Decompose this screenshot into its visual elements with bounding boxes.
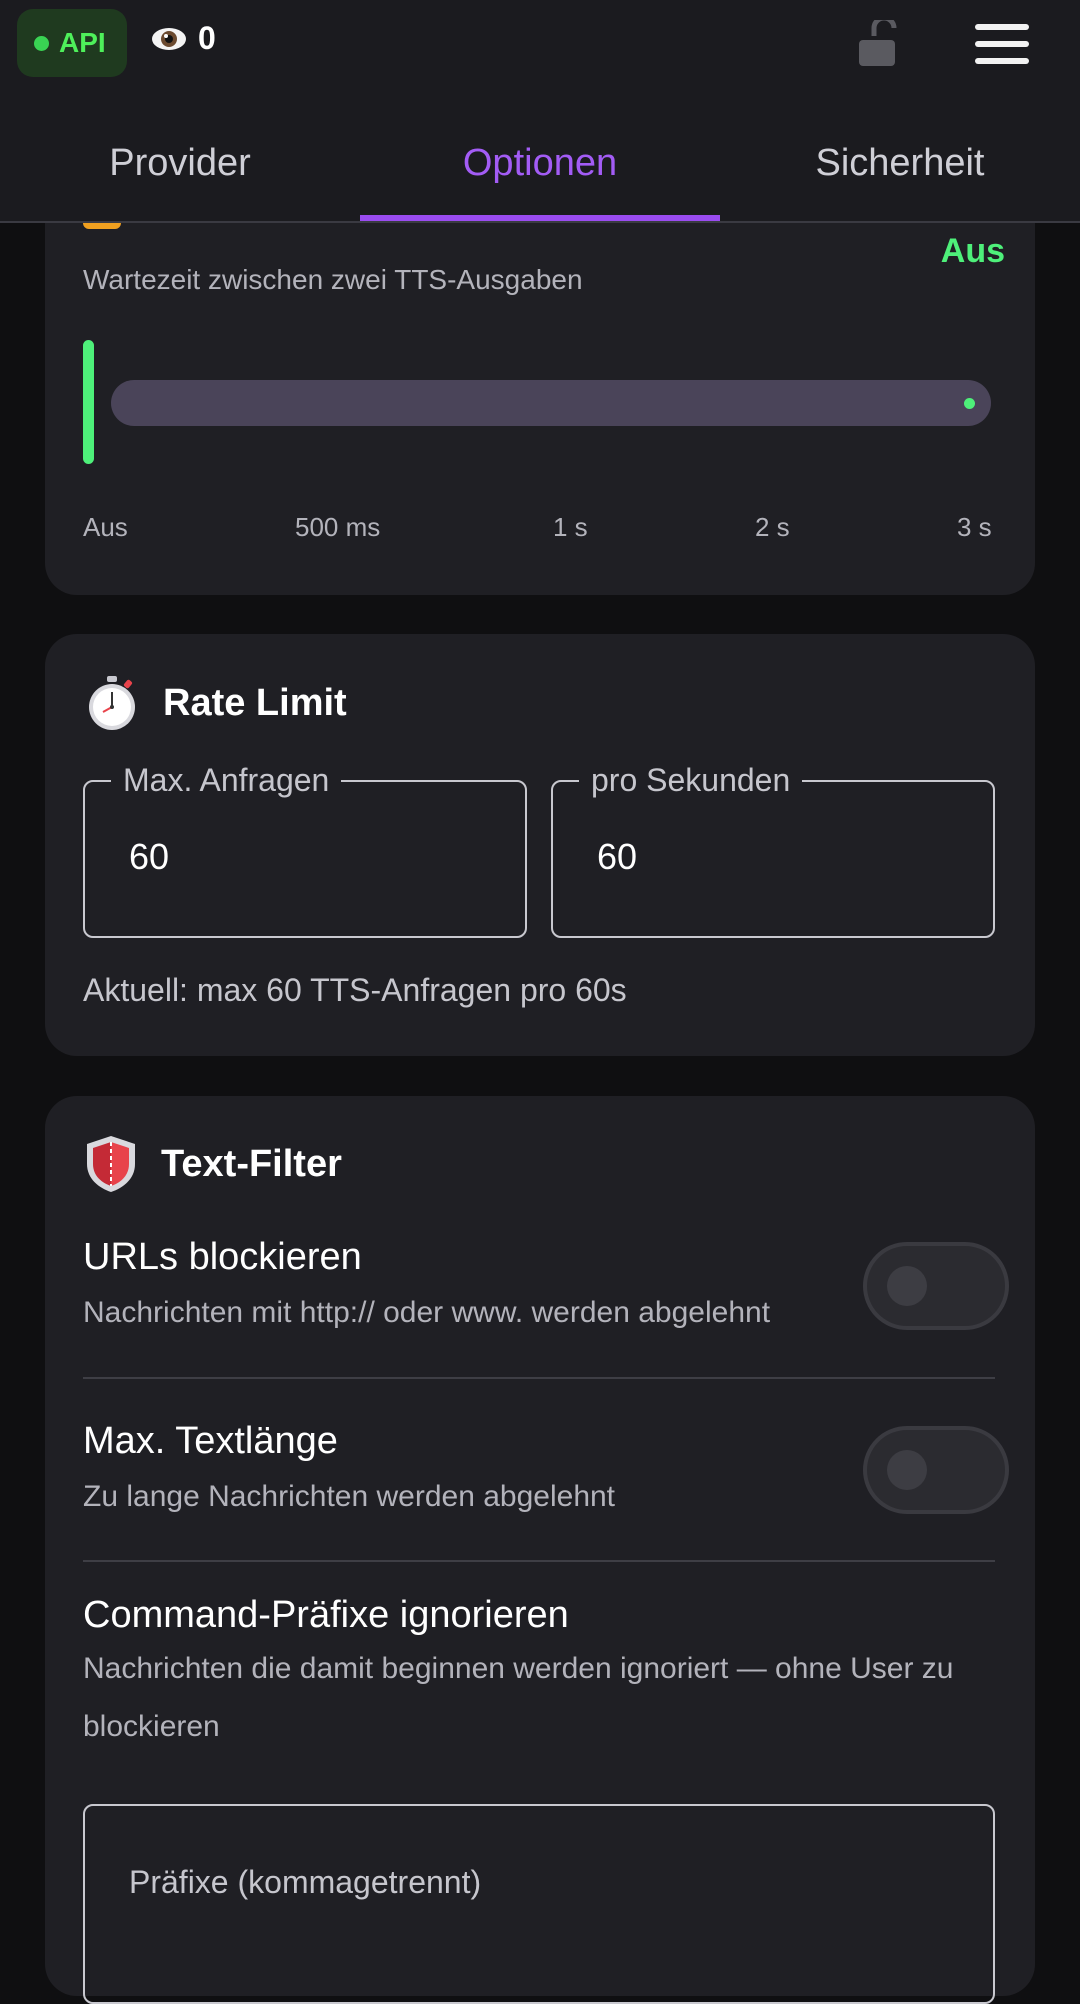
- max-length-toggle[interactable]: [863, 1426, 1009, 1514]
- slider-tick-labels: Aus 500 ms 1 s 2 s 3 s: [83, 512, 998, 552]
- unlocked-lock-icon[interactable]: [856, 20, 900, 68]
- slider-track[interactable]: [111, 380, 991, 426]
- rate-limit-current: Aktuell: max 60 TTS-Anfragen pro 60s: [83, 972, 627, 1008]
- api-status-badge[interactable]: API: [17, 9, 127, 77]
- slider-thumb[interactable]: [83, 340, 94, 464]
- max-length-desc: Zu lange Nachrichten werden abgelehnt: [83, 1480, 616, 1513]
- max-requests-field[interactable]: Max. Anfragen 60: [83, 762, 527, 938]
- prefix-input[interactable]: Präfixe (kommagetrennt): [83, 1804, 995, 2004]
- shield-icon: [87, 1136, 135, 1192]
- hamburger-menu-icon[interactable]: [975, 24, 1029, 64]
- tick-label: 3 s: [957, 512, 992, 542]
- divider: [83, 1560, 995, 1562]
- per-seconds-label: pro Sekunden: [579, 762, 803, 799]
- prefix-desc-line1: Nachrichten die damit beginnen werden ig…: [83, 1652, 954, 1685]
- pause-status: Aus: [940, 232, 1005, 270]
- tab-provider[interactable]: Provider: [0, 100, 360, 222]
- stopwatch-icon: [89, 676, 135, 730]
- per-seconds-value[interactable]: 60: [597, 836, 637, 878]
- tab-sicherheit[interactable]: Sicherheit: [720, 100, 1080, 222]
- tick-label: Aus: [83, 512, 128, 542]
- tab-divider: [0, 221, 1080, 223]
- rate-limit-title: Rate Limit: [163, 681, 347, 724]
- toggle-knob: [887, 1266, 927, 1306]
- prefix-label: Command-Präfixe ignorieren: [83, 1594, 569, 1636]
- rate-limit-card: Rate Limit Max. Anfragen 60 pro Sekunden…: [45, 634, 1035, 1056]
- toggle-knob: [887, 1450, 927, 1490]
- urls-block-desc: Nachrichten mit http:// oder www. werden…: [83, 1296, 771, 1329]
- pause-card: Pause zwischen Nachrichten Aus Wartezeit…: [45, 170, 1035, 595]
- slider-end-dot: [964, 398, 975, 409]
- rate-limit-header: Rate Limit: [83, 674, 347, 732]
- pause-slider[interactable]: [83, 340, 1003, 470]
- urls-block-label: URLs blockieren: [83, 1236, 362, 1278]
- green-dot-icon: [34, 35, 49, 51]
- prefix-placeholder: Präfixe (kommagetrennt): [129, 1864, 482, 1900]
- top-bar: API 0 Provider Optionen Sicherheit: [0, 0, 1080, 222]
- text-filter-card: Text-Filter URLs blockieren Nachrichten …: [45, 1096, 1035, 2004]
- max-requests-label: Max. Anfragen: [111, 762, 342, 799]
- api-status-label: API: [59, 27, 106, 58]
- tick-label: 2 s: [755, 512, 790, 542]
- eye-icon: [152, 27, 186, 50]
- tick-label: 500 ms: [295, 512, 381, 542]
- tab-bar: Provider Optionen Sicherheit: [0, 100, 1080, 222]
- per-seconds-field[interactable]: pro Sekunden 60: [551, 762, 995, 938]
- viewer-count: 0: [198, 20, 216, 56]
- tick-label: 1 s: [553, 512, 588, 542]
- max-requests-value[interactable]: 60: [129, 836, 169, 878]
- divider: [83, 1377, 995, 1379]
- viewer-counter: 0: [150, 20, 216, 57]
- text-filter-title: Text-Filter: [161, 1142, 342, 1185]
- max-length-label: Max. Textlänge: [83, 1420, 338, 1462]
- prefix-desc-line2: blockieren: [83, 1710, 220, 1743]
- pause-card-subtitle: Wartezeit zwischen zwei TTS-Ausgaben: [83, 264, 583, 295]
- text-filter-header: Text-Filter: [83, 1134, 342, 1194]
- urls-block-toggle[interactable]: [863, 1242, 1009, 1330]
- tab-optionen[interactable]: Optionen: [360, 100, 720, 222]
